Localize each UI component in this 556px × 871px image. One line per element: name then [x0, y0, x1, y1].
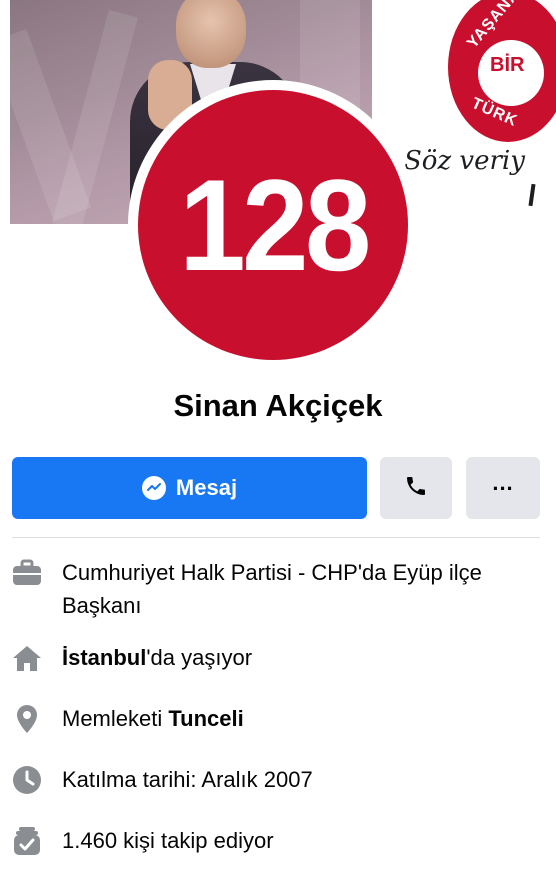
work-text: Cumhuriyet Halk Partisi - CHP'da Eyüp il…	[62, 560, 482, 618]
cover-person-head	[176, 0, 246, 68]
section-divider	[12, 537, 540, 538]
action-bar: Mesaj ...	[12, 457, 540, 519]
cover-logo-inner-text: BİR	[490, 54, 525, 76]
location-pin-icon	[10, 702, 44, 736]
message-button-label: Mesaj	[175, 475, 238, 500]
info-row-joined: Katılma tarihi: Aralık 2007	[0, 763, 556, 797]
avatar-number: 128	[178, 152, 371, 298]
home-icon	[10, 641, 44, 675]
more-options-button[interactable]: ...	[466, 457, 540, 519]
followers-text[interactable]: 1.460 kişi takip ediyor	[62, 824, 532, 857]
lives-suffix: 'da yaşıyor	[146, 645, 253, 670]
profile-name: Sinan Akçiçek	[173, 388, 383, 423]
more-options-icon: ...	[492, 470, 514, 495]
info-row-followers: 1.460 kişi takip ediyor	[0, 824, 556, 858]
hometown-text: Memleketi Tunceli	[62, 702, 532, 735]
cover-photo-stripe	[52, 9, 138, 224]
phone-icon	[404, 474, 428, 503]
hometown-prefix: Memleketi	[62, 706, 169, 731]
cover-slogan-mark	[528, 183, 536, 207]
lives-place[interactable]: İstanbul	[62, 645, 146, 670]
clock-icon	[10, 763, 44, 797]
joined-text: Katılma tarihi: Aralık 2007	[62, 767, 313, 792]
info-row-lives: İstanbul'da yaşıyor	[0, 641, 556, 675]
lives-text: İstanbul'da yaşıyor	[62, 641, 532, 674]
profile-avatar[interactable]: 128	[138, 90, 408, 360]
messenger-icon	[141, 476, 166, 500]
hometown-place[interactable]: Tunceli	[168, 706, 243, 731]
info-row-work: Cumhuriyet Halk Partisi - CHP'da Eyüp il…	[0, 556, 556, 622]
info-row-hometown: Memleketi Tunceli	[0, 702, 556, 736]
message-button[interactable]: Mesaj	[12, 457, 367, 519]
cover-slogan: Söz veriy	[404, 146, 525, 176]
call-button[interactable]	[380, 457, 452, 519]
briefcase-icon	[10, 556, 44, 590]
followers-icon	[10, 824, 44, 858]
